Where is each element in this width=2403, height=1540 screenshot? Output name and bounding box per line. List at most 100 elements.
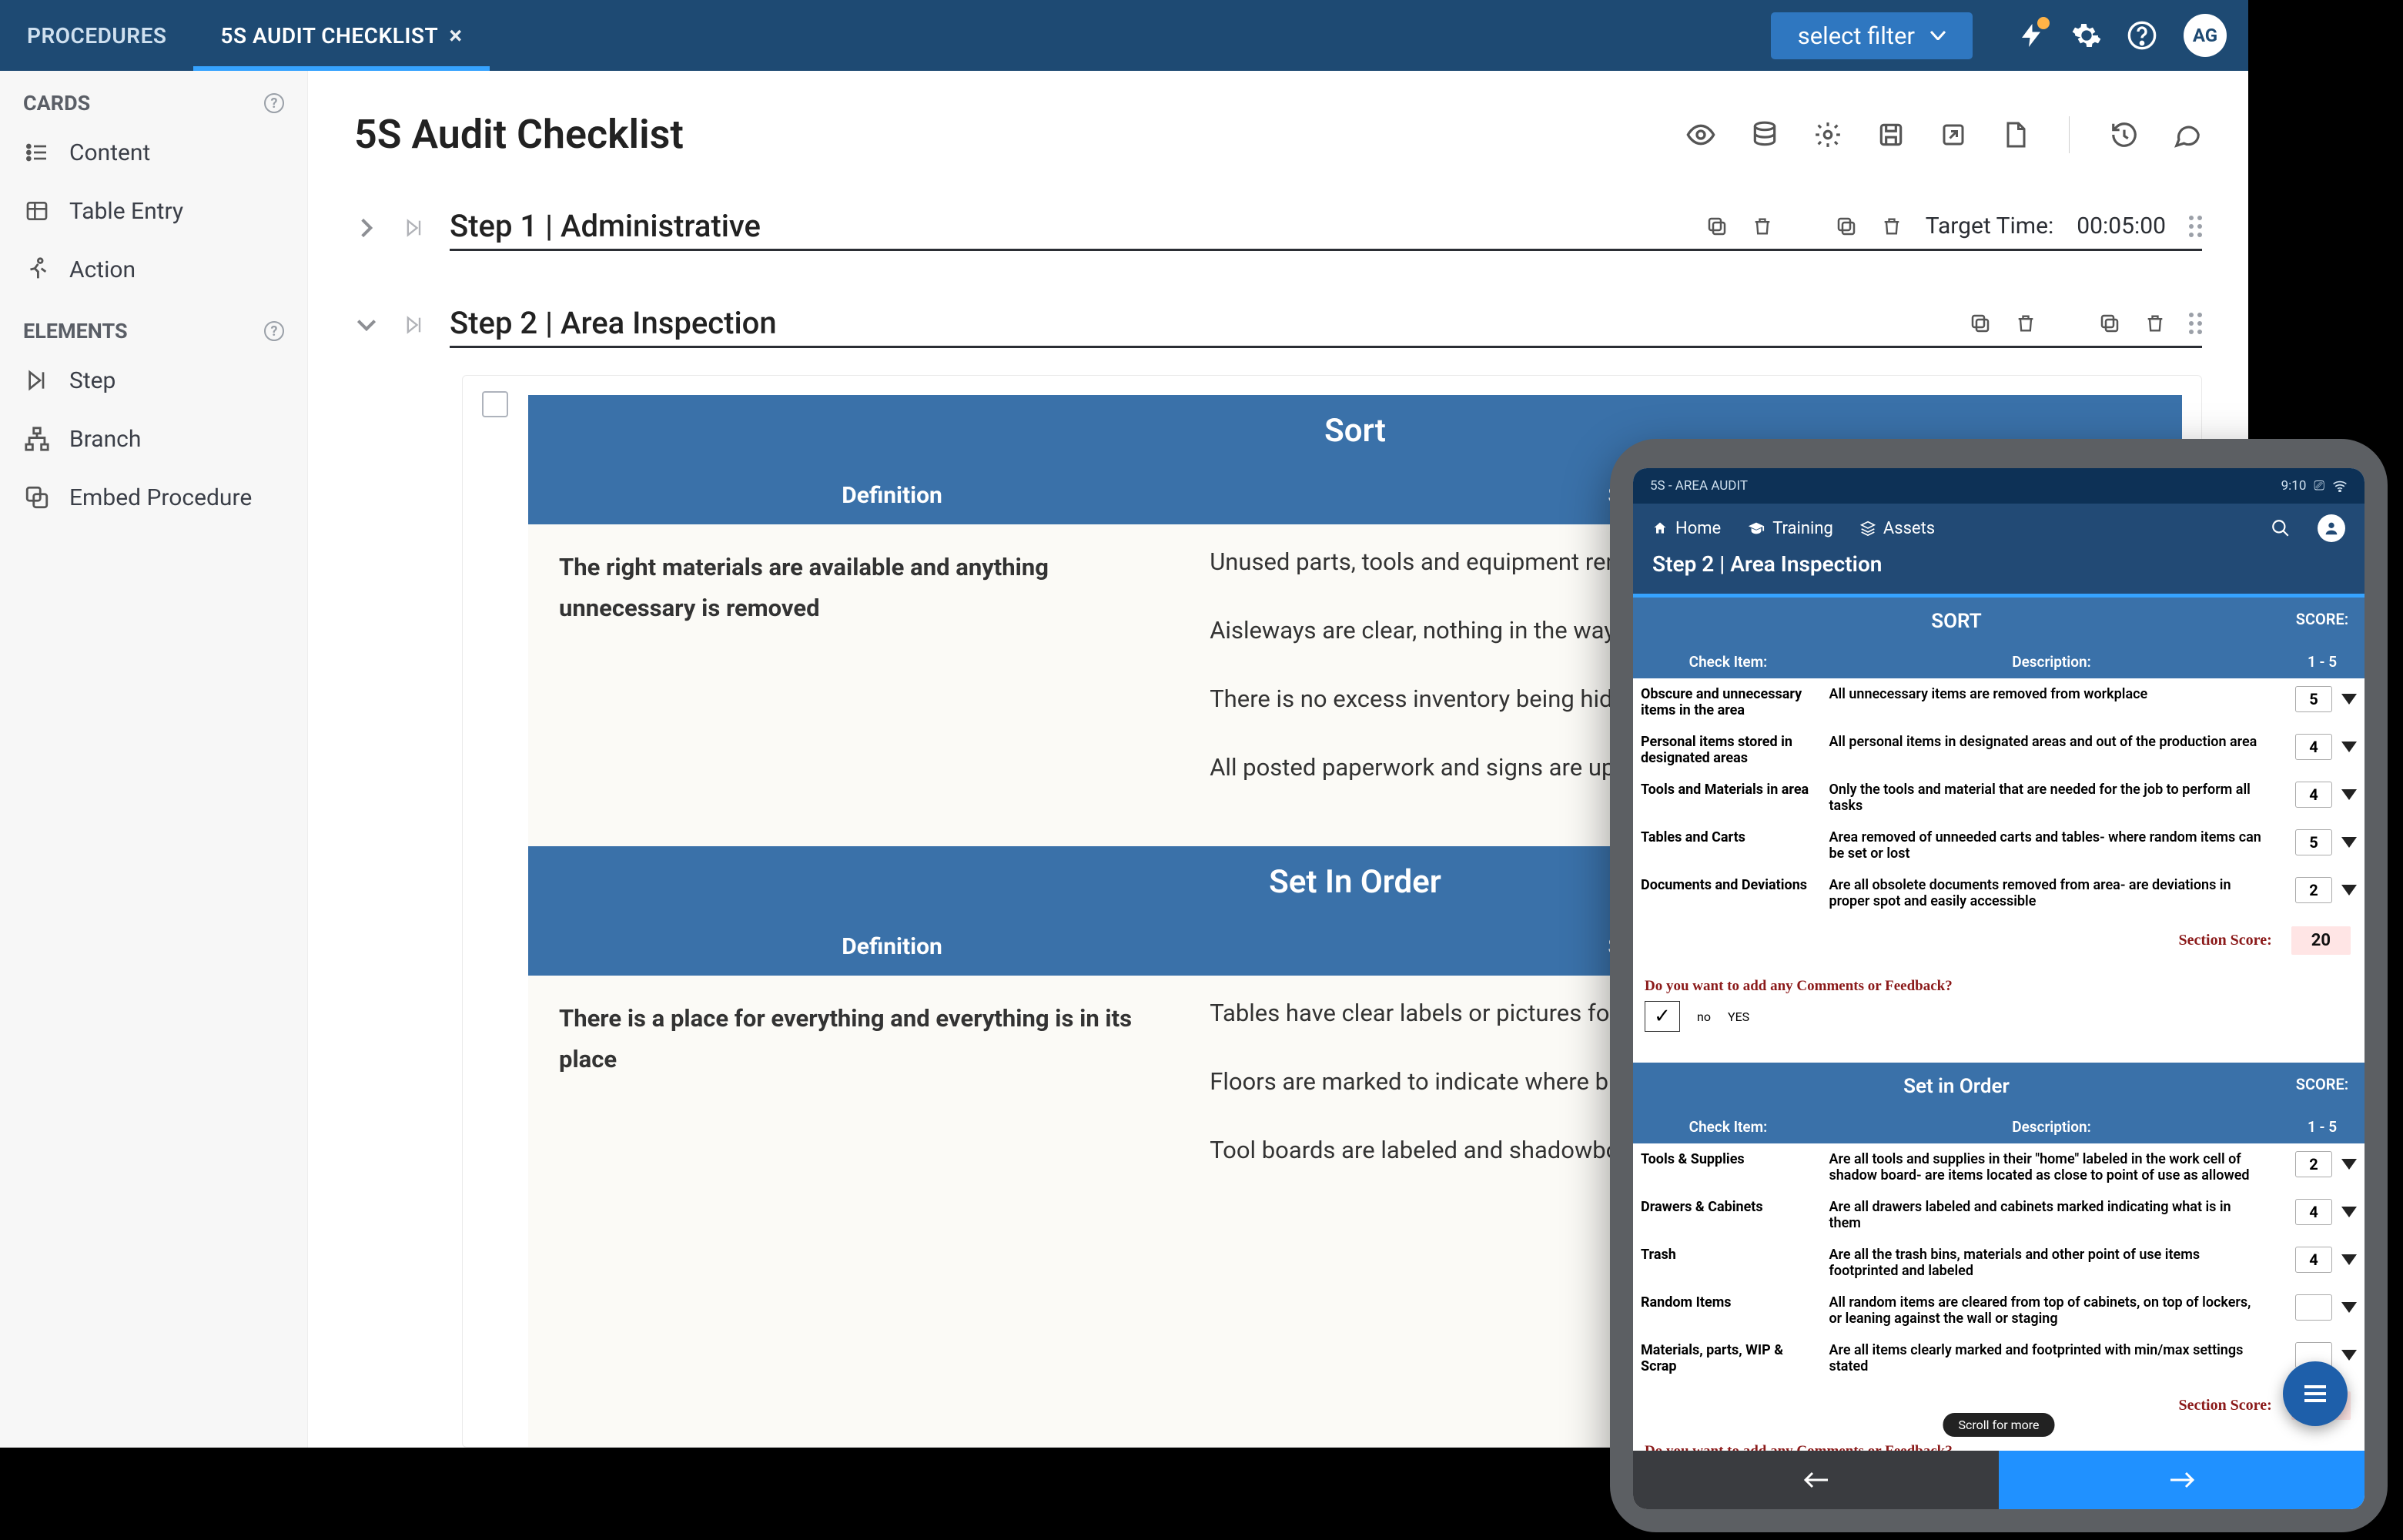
close-icon[interactable]: ×	[449, 23, 463, 48]
tablet-next-button[interactable]	[1999, 1451, 2365, 1509]
trash-icon[interactable]	[2144, 313, 2166, 334]
tablet-body[interactable]: SORT SCORE: Check Item: Description: 1 -…	[1633, 598, 2365, 1451]
search-icon[interactable]	[2271, 518, 2291, 538]
caret-down-icon[interactable]	[2341, 789, 2357, 800]
sidebar-item-label: Step	[69, 367, 115, 394]
table-row: Tools and Materials in areaOnly the tool…	[1633, 774, 2365, 822]
tablet-back-button[interactable]	[1633, 1451, 1999, 1509]
caret-down-icon	[1930, 31, 1946, 40]
tab-procedures[interactable]: PROCEDURES	[0, 0, 193, 71]
tablet-sort-columns: Check Item: Description: 1 - 5	[1633, 645, 2365, 678]
toggle-yes-label: YES	[1728, 1009, 1749, 1024]
comments-toggle[interactable]: ✓	[1645, 1001, 1680, 1032]
select-filter-dropdown[interactable]: select filter	[1771, 12, 1973, 59]
score-input[interactable]: 4	[2295, 1247, 2332, 1273]
tab-5s-audit[interactable]: 5S AUDIT CHECKLIST ×	[193, 0, 489, 71]
tablet-setinorder-rows: Tools & SuppliesAre all tools and suppli…	[1633, 1143, 2365, 1382]
gear-icon[interactable]	[2059, 8, 2114, 63]
embed-icon	[23, 484, 51, 511]
drag-handle-icon[interactable]	[2189, 313, 2202, 334]
sidebar-item-step[interactable]: Step	[0, 351, 307, 410]
sidebar-item-embed-procedure[interactable]: Embed Procedure	[0, 468, 307, 527]
skip-icon[interactable]	[403, 314, 428, 339]
card-type-icon	[482, 391, 508, 417]
table-row: Materials, parts, WIP & ScrapAre all ite…	[1633, 1334, 2365, 1382]
sidebar-item-table-entry[interactable]: Table Entry	[0, 182, 307, 240]
score-input[interactable]	[2295, 1294, 2332, 1321]
caret-down-icon[interactable]	[2341, 1302, 2357, 1313]
table-icon	[23, 197, 51, 225]
drag-handle-icon[interactable]	[2189, 216, 2202, 237]
step-2-actions	[1969, 312, 2202, 335]
tablet-screen: 5S - AREA AUDIT 9:10 ⎚ Home Training	[1633, 468, 2365, 1509]
tablet-sort-comments: Do you want to add any Comments or Feedb…	[1633, 970, 2365, 1040]
layers-icon	[1860, 521, 1876, 536]
user-icon[interactable]	[2318, 514, 2345, 542]
cast-icon: ⎚	[2314, 478, 2324, 494]
comment-icon[interactable]	[2173, 120, 2202, 149]
copy-icon[interactable]	[1835, 215, 1858, 238]
score-input[interactable]: 5	[2295, 686, 2332, 712]
help-badge-icon[interactable]: ?	[264, 321, 284, 341]
step-1-title: Step 1 | Administrative	[450, 208, 761, 244]
bolt-icon[interactable]	[2003, 8, 2059, 63]
help-icon[interactable]	[2114, 8, 2170, 63]
copy-icon[interactable]	[1969, 312, 1992, 335]
pdf-icon[interactable]	[2001, 121, 2029, 149]
eye-icon[interactable]	[1685, 119, 1716, 150]
copy-icon[interactable]	[1705, 215, 1729, 238]
database-icon[interactable]	[1750, 120, 1779, 149]
caret-down-icon[interactable]	[2341, 1254, 2357, 1265]
caret-down-icon[interactable]	[2341, 742, 2357, 752]
sidebar-item-label: Embed Procedure	[69, 484, 252, 511]
score-input[interactable]: 2	[2295, 1151, 2332, 1177]
tablet-nav-training[interactable]: Training	[1748, 519, 1833, 538]
caret-down-icon[interactable]	[2341, 837, 2357, 848]
sidebar-item-label: Content	[69, 139, 150, 166]
sidebar-item-branch[interactable]: Branch	[0, 410, 307, 468]
branch-icon	[23, 425, 51, 453]
step-2-row: Step 2 | Area Inspection	[354, 305, 2202, 348]
sidebar: CARDS ? Content Table Entry Action	[0, 71, 308, 1448]
open-external-icon[interactable]	[1939, 121, 1967, 149]
sidebar-item-content[interactable]: Content	[0, 123, 307, 182]
avatar-initials: AG	[2193, 25, 2217, 46]
page-title-row: 5S Audit Checklist	[354, 111, 2202, 158]
set-in-order-definition: There is a place for everything and ever…	[559, 999, 1186, 1164]
trash-icon[interactable]	[1881, 216, 1903, 237]
score-input[interactable]: 2	[2295, 877, 2332, 903]
caret-down-icon[interactable]	[2341, 694, 2357, 705]
trash-icon[interactable]	[1752, 216, 1773, 237]
score-input[interactable]: 4	[2295, 782, 2332, 808]
caret-down-icon[interactable]	[2341, 1207, 2357, 1217]
caret-down-icon[interactable]	[2341, 885, 2357, 896]
caret-down-icon[interactable]	[2341, 1159, 2357, 1170]
chevron-down-icon[interactable]	[354, 313, 382, 340]
caret-down-icon[interactable]	[2341, 1350, 2357, 1361]
skip-icon[interactable]	[403, 217, 428, 242]
score-input[interactable]: 4	[2295, 1199, 2332, 1225]
avatar[interactable]: AG	[2184, 14, 2227, 57]
toggle-no-label: no	[1697, 1009, 1711, 1024]
table-row: Tables and CartsArea removed of unneeded…	[1633, 822, 2365, 869]
trash-icon[interactable]	[2015, 313, 2037, 334]
tablet-nav: Home Training Assets	[1633, 504, 2365, 542]
step-1-actions: Target Time: 00:05:00	[1705, 213, 2202, 239]
gear-outline-icon[interactable]	[1813, 120, 1842, 149]
tablet-nav-assets[interactable]: Assets	[1860, 519, 1935, 538]
tablet-setinorder-heading: Set in Order SCORE:	[1633, 1063, 2365, 1110]
tablet-nav-home[interactable]: Home	[1652, 519, 1721, 538]
save-icon[interactable]	[1876, 120, 1906, 149]
score-input[interactable]: 5	[2295, 829, 2332, 855]
tablet-footer	[1633, 1451, 2365, 1509]
sidebar-item-action[interactable]: Action	[0, 240, 307, 299]
history-icon[interactable]	[2110, 120, 2139, 149]
score-input[interactable]: 4	[2295, 734, 2332, 760]
target-time-value: 00:05:00	[2077, 213, 2166, 239]
sort-definition: The right materials are available and an…	[559, 547, 1186, 782]
chevron-right-icon[interactable]	[354, 216, 382, 243]
copy-icon[interactable]	[2098, 312, 2121, 335]
tablet-menu-fab[interactable]	[2283, 1361, 2348, 1426]
help-badge-icon[interactable]: ?	[264, 93, 284, 113]
step-skip-icon	[23, 367, 51, 394]
